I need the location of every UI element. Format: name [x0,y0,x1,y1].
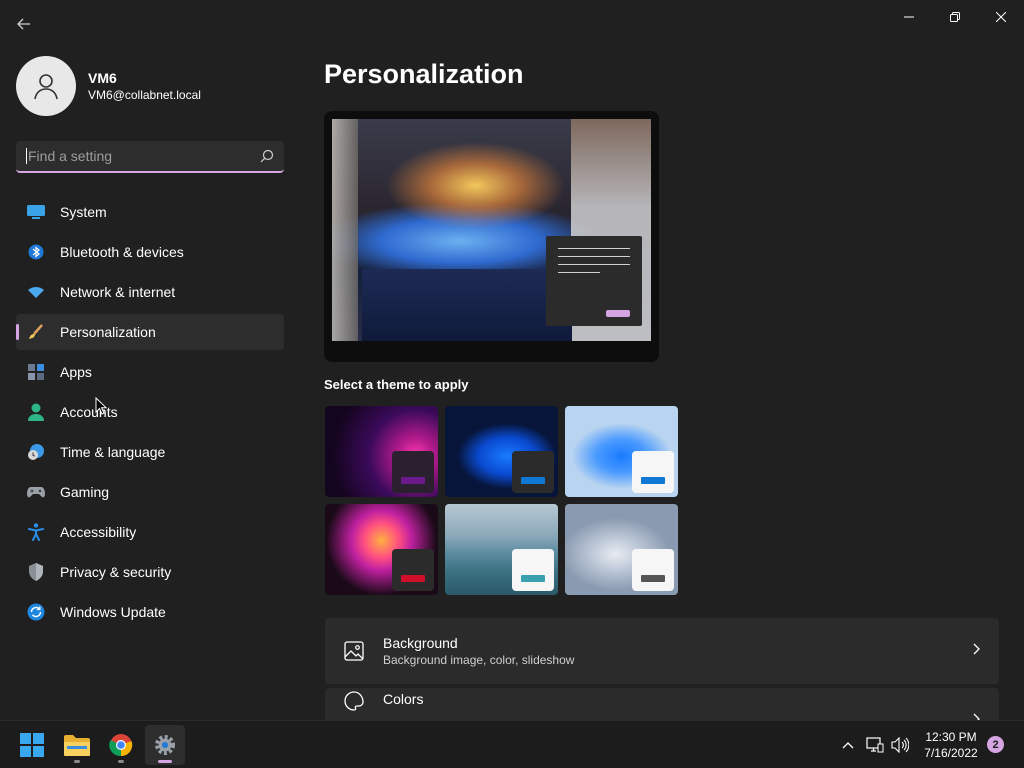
close-button[interactable] [978,0,1024,34]
card-title: Colors [383,691,424,707]
theme-windows-dark[interactable] [445,406,558,497]
system-icon [26,202,46,222]
sidebar-item-label: Time & language [60,444,166,460]
taskbar-file-explorer[interactable] [57,725,97,765]
background-card[interactable]: Background Background image, color, slid… [325,618,999,684]
windows-start-icon [20,733,44,757]
sidebar-item-label: Privacy & security [60,564,172,580]
clock-date: 7/16/2022 [924,746,978,760]
palette-icon [343,690,365,712]
sidebar-item-label: Gaming [60,484,110,500]
search-box[interactable] [16,141,284,173]
sidebar-item-apps[interactable]: Apps [16,354,284,390]
mouse-cursor-icon [95,397,107,415]
close-icon [996,12,1006,22]
sidebar-item-label: Personalization [60,324,156,340]
sidebar-item-label: Bluetooth & devices [60,244,184,260]
theme-glow[interactable] [325,406,438,497]
chevron-right-icon [973,713,980,720]
apps-icon [26,362,46,382]
search-icon[interactable] [260,149,274,163]
themes-label: Select a theme to apply [324,377,469,392]
sidebar-item-label: System [60,204,107,220]
chrome-icon [109,734,133,757]
sidebar-item-accessibility[interactable]: Accessibility [16,514,284,550]
brush-icon [26,322,46,342]
taskbar-chrome[interactable] [101,725,141,765]
theme-sunrise[interactable] [565,504,678,595]
accessibility-icon [26,522,46,542]
wifi-icon [26,282,46,302]
shield-icon [26,562,46,582]
network-icon [866,737,884,753]
tray-overflow[interactable] [838,735,858,755]
sidebar-item-label: Accessibility [60,524,137,540]
theme-windows-light[interactable] [565,406,678,497]
notification-badge[interactable]: 2 [987,736,1004,753]
chevron-right-icon [973,643,980,655]
tray-volume[interactable] [890,735,910,755]
back-button[interactable] [10,10,38,38]
sidebar-item-label: Apps [60,364,92,380]
user-icon [34,74,58,100]
user-profile[interactable]: VM6 VM6@collabnet.local [16,56,201,116]
taskbar-clock[interactable]: 12:30 PM 7/16/2022 [918,729,984,761]
theme-preview [324,111,659,362]
profile-email: VM6@collabnet.local [88,88,201,102]
sidebar-item-gaming[interactable]: Gaming [16,474,284,510]
sidebar-item-label: Windows Update [60,604,166,620]
nav-list: System Bluetooth & devices Network & int… [16,194,284,634]
taskbar-settings[interactable] [145,725,185,765]
sidebar-item-accounts[interactable]: Accounts [16,394,284,430]
preview-window [546,236,642,326]
profile-name: VM6 [88,70,117,86]
window-controls [886,0,1024,34]
sidebar: VM6 VM6@collabnet.local System Bluetooth… [0,40,300,720]
card-title: Background [383,635,458,651]
avatar[interactable] [16,56,76,116]
minimize-icon [904,16,914,18]
theme-flow[interactable] [445,504,558,595]
sidebar-item-personalization[interactable]: Personalization [16,314,284,350]
card-subtitle: Background image, color, slideshow [383,653,575,667]
back-arrow-icon [17,18,30,30]
theme-grid [325,406,679,596]
start-button[interactable] [12,725,52,765]
sidebar-item-network[interactable]: Network & internet [16,274,284,310]
desktop-preview-image [332,119,651,341]
main-content: Personalization Select a theme to apply [324,40,1000,720]
theme-captured-motion[interactable] [325,504,438,595]
gamepad-icon [26,482,46,502]
tray-network[interactable] [865,735,885,755]
minimize-button[interactable] [886,0,932,34]
sidebar-item-bluetooth[interactable]: Bluetooth & devices [16,234,284,270]
sidebar-item-label: Accounts [60,404,118,420]
clock-globe-icon [26,442,46,462]
title-bar [0,0,1024,40]
sidebar-item-privacy[interactable]: Privacy & security [16,554,284,590]
image-icon [343,640,365,662]
settings-icon [155,735,175,755]
preview-accent-button [606,310,630,317]
restore-button[interactable] [932,0,978,34]
chevron-up-icon [842,742,854,749]
colors-card[interactable]: Colors [325,688,999,720]
page-title: Personalization [324,59,524,89]
accounts-icon [26,402,46,422]
sidebar-item-windows-update[interactable]: Windows Update [16,594,284,630]
restore-icon [950,12,960,22]
taskbar: 12:30 PM 7/16/2022 [0,720,1024,768]
update-icon [26,602,46,622]
search-input[interactable] [26,148,260,164]
clock-time: 12:30 PM [925,730,977,744]
volume-icon [891,737,909,753]
sidebar-item-system[interactable]: System [16,194,284,230]
bluetooth-icon [26,242,46,262]
sidebar-item-label: Network & internet [60,284,176,300]
file-explorer-icon [64,735,90,756]
sidebar-item-time-language[interactable]: Time & language [16,434,284,470]
